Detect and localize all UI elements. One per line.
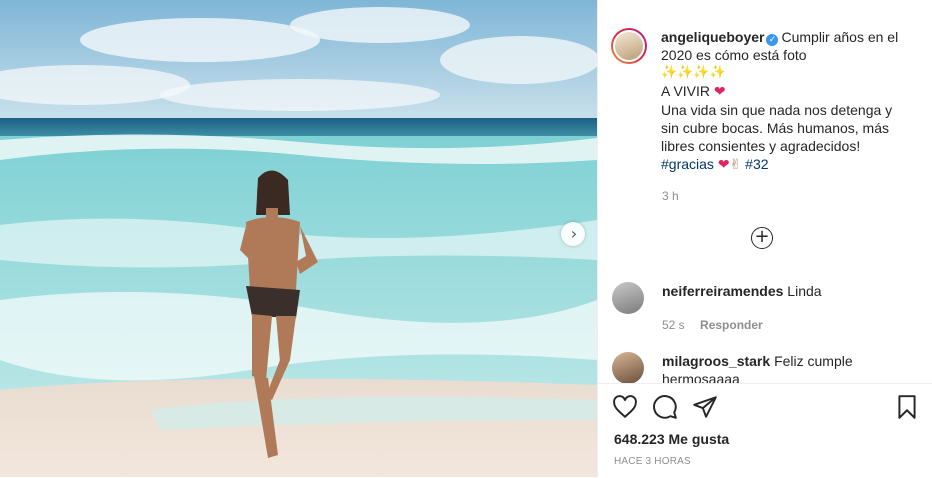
likes-label: Me gusta [668, 431, 730, 447]
post-sidebar: angeliqueboyer ✓ Cumplir años en el 2020 e… [597, 0, 932, 478]
post-time[interactable]: 3 h [662, 189, 679, 203]
next-photo-button[interactable]: › [561, 222, 585, 246]
caption-line: A VIVIR [661, 83, 711, 99]
red-heart-emoji: ❤ [713, 84, 726, 100]
bookmark-icon[interactable] [894, 394, 920, 420]
author-username[interactable]: angeliqueboyer [661, 29, 764, 45]
post-caption: angeliqueboyer ✓ Cumplir años en el 2020 e… [611, 28, 921, 174]
caption-line: libres consientes y agradecidos! [661, 138, 861, 154]
red-heart-emoji: ❤ [717, 157, 730, 173]
commenter-username[interactable]: milagroos_stark [662, 353, 770, 369]
caption-line: sin cubre bocas. Más humanos, más [661, 120, 889, 136]
comment-text: Linda [787, 283, 822, 299]
instagram-post: › angeliqueboyer ✓ Cumplir años en el 2020… [0, 0, 932, 478]
likes-number: 648.223 [614, 431, 665, 447]
comment-time[interactable]: 52 s [662, 318, 685, 332]
beach-photo [0, 0, 597, 477]
verified-badge-icon: ✓ [766, 34, 779, 46]
load-more-comments-button[interactable]: + [751, 227, 773, 249]
sparkles-emoji: ✨✨✨✨ [661, 65, 726, 80]
commenter-username[interactable]: neiferreiramendes [662, 283, 783, 299]
comment-item: neiferreiramendes Linda 52 s Responder [612, 282, 822, 334]
action-bar: 648.223 Me gusta HACE 3 HORAS [598, 383, 932, 478]
plus-circle-icon: + [754, 226, 770, 247]
posted-ago[interactable]: HACE 3 HORAS [614, 456, 691, 467]
caption-line: Una vida sin que nada nos detenga y [661, 102, 893, 118]
victory-hand-emoji: ✌ [729, 157, 742, 173]
post-photo[interactable]: › [0, 0, 597, 477]
reply-button[interactable]: Responder [700, 318, 763, 332]
caption-line: 2020 es cómo está foto [661, 47, 807, 63]
hashtag-32[interactable]: #32 [745, 156, 768, 172]
likes-count[interactable]: 648.223 Me gusta [614, 431, 729, 447]
commenter-avatar[interactable] [612, 352, 644, 384]
paper-plane-icon[interactable] [692, 394, 718, 420]
heart-icon[interactable] [612, 394, 638, 420]
commenter-avatar[interactable] [612, 282, 644, 314]
comment-text: Feliz cumple [774, 353, 853, 369]
author-avatar[interactable] [611, 28, 647, 64]
caption-text: angeliqueboyer ✓ Cumplir años en el 2020 e… [661, 28, 911, 174]
caption-line: Cumplir años en el [781, 29, 899, 45]
chevron-right-icon: › [570, 224, 578, 243]
hashtag-gracias[interactable]: #gracias [661, 156, 714, 172]
comment-icon[interactable] [652, 394, 678, 420]
